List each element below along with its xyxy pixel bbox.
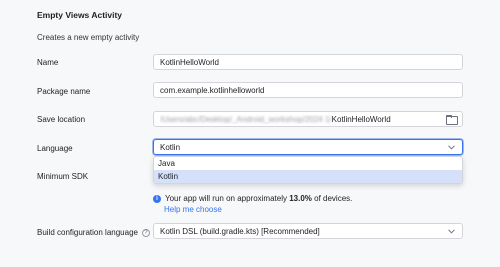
language-label: Language	[37, 144, 73, 153]
package-name-label: Package name	[37, 87, 91, 96]
package-name-value: com.example.kotlinhelloworld	[160, 85, 265, 95]
chevron-down-icon	[447, 143, 456, 152]
package-name-field[interactable]: com.example.kotlinhelloworld	[153, 82, 463, 98]
minimum-sdk-label: Minimum SDK	[37, 172, 89, 181]
sdk-percent: 13.0%	[289, 194, 312, 203]
chevron-down-icon	[447, 227, 456, 236]
name-label: Name	[37, 58, 59, 67]
help-me-choose-link[interactable]: Help me choose	[164, 205, 222, 214]
save-location-field[interactable]: /Users/abc/Desktop/_Android_workshop/202…	[153, 111, 463, 127]
folder-icon[interactable]	[446, 115, 458, 125]
build-config-label-row: Build configuration language ?	[37, 228, 150, 237]
page-subtitle: Creates a new empty activity	[37, 33, 140, 42]
save-location-label: Save location	[37, 115, 86, 124]
build-config-select[interactable]: Kotlin DSL (build.gradle.kts) [Recommend…	[153, 223, 463, 239]
info-icon: i	[153, 194, 161, 203]
language-select[interactable]: Kotlin	[153, 139, 463, 155]
name-value: KotlinHelloWorld	[160, 57, 219, 67]
sdk-info-row: i Your app will run on approximately 13.…	[153, 194, 352, 203]
language-option-java[interactable]: Java	[154, 157, 462, 170]
language-dropdown-list: Java Kotlin	[153, 156, 463, 184]
build-config-label: Build configuration language	[37, 228, 138, 237]
save-location-folder-name: KotlinHelloWorld	[331, 114, 391, 124]
question-icon[interactable]: ?	[141, 228, 150, 237]
build-config-value: Kotlin DSL (build.gradle.kts) [Recommend…	[160, 226, 320, 236]
sdk-info-text: Your app will run on approximately 13.0%…	[165, 194, 353, 203]
save-location-path-blurred: /Users/abc/Desktop/_Android_workshop/202…	[160, 114, 332, 124]
page-title: Empty Views Activity	[37, 10, 123, 20]
name-field[interactable]: KotlinHelloWorld	[153, 54, 463, 70]
language-option-kotlin[interactable]: Kotlin	[154, 170, 462, 183]
language-selected-value: Kotlin	[160, 142, 181, 152]
